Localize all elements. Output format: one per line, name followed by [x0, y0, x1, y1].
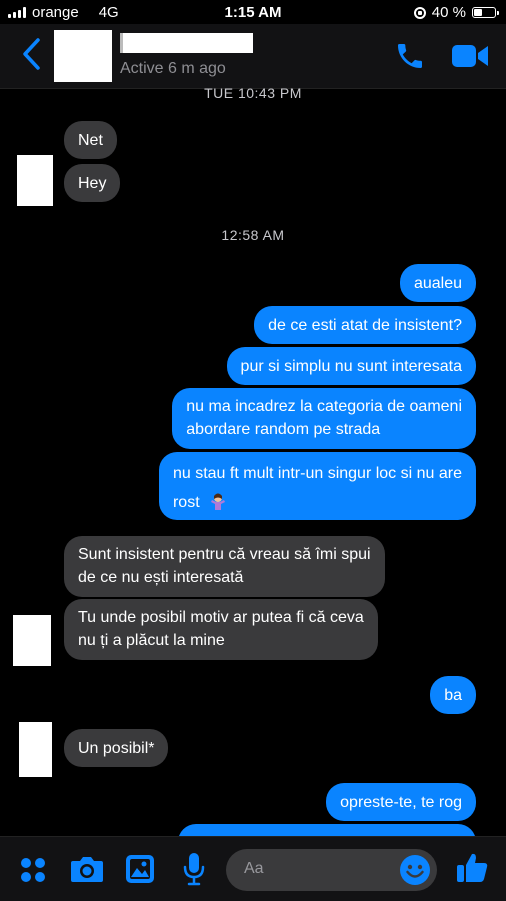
- message-line: nu ma incadrez la categoria de oameni: [186, 398, 462, 415]
- timestamp: 12:58 AM: [221, 227, 285, 243]
- active-status: Active 6 m ago: [120, 60, 226, 77]
- message-line: Sunt insistent pentru că vreau să îmi sp…: [78, 546, 371, 563]
- status-bar: orange 4G 1:15 AM 40 %: [0, 0, 506, 24]
- orientation-lock-icon: [413, 6, 426, 19]
- composer-bar: Aa: [0, 836, 506, 901]
- battery-percent: 40 %: [431, 4, 466, 21]
- avatar[interactable]: [19, 722, 52, 777]
- outgoing-message[interactable]: nu stau ft mult intr-un singur loc si nu…: [158, 452, 476, 520]
- phone-icon[interactable]: [394, 40, 426, 72]
- timestamp: TUE 10:43 PM: [204, 85, 302, 101]
- incoming-message[interactable]: Hey: [64, 164, 121, 202]
- video-icon[interactable]: [451, 43, 489, 69]
- message-line: nu ți a plăcut la mine: [78, 632, 225, 649]
- battery-icon: [472, 7, 499, 18]
- outgoing-message[interactable]: ba: [430, 676, 476, 714]
- outgoing-message[interactable]: de ce esti atat de insistent?: [254, 306, 476, 344]
- avatar[interactable]: [13, 615, 51, 666]
- outgoing-message[interactable]: aualeu: [399, 264, 476, 302]
- message-input[interactable]: Aa: [226, 849, 437, 891]
- incoming-message[interactable]: Sunt insistent pentru că vreau să îmi sp…: [64, 536, 385, 597]
- incoming-message[interactable]: Net: [64, 121, 117, 159]
- gallery-icon[interactable]: [125, 854, 155, 884]
- contact-avatar[interactable]: [54, 30, 112, 82]
- contact-name-redacted[interactable]: [120, 33, 253, 53]
- mic-icon[interactable]: [182, 852, 206, 886]
- thumbs-up-icon[interactable]: [455, 851, 489, 885]
- incoming-message[interactable]: Un posibil*: [64, 729, 169, 767]
- message-line-2: rost: [173, 488, 462, 517]
- outgoing-message[interactable]: nu ma incadrez la categoria de oameni ab…: [172, 388, 476, 449]
- status-right: 40 %: [413, 4, 499, 21]
- message-line: nu stau ft mult intr-un singur loc si nu…: [172, 465, 462, 482]
- camera-icon[interactable]: [70, 855, 104, 883]
- apps-icon[interactable]: [20, 857, 46, 883]
- outgoing-message[interactable]: pur si simplu nu sunt interesata: [226, 347, 476, 385]
- incoming-message[interactable]: Tu unde posibil motiv ar putea fi că cev…: [64, 599, 378, 660]
- outgoing-message[interactable]: opreste-te, te rog: [326, 783, 476, 821]
- chat-header: Active 6 m ago: [0, 24, 506, 89]
- message-line: Tu unde posibil motiv ar putea fi că cev…: [78, 609, 364, 626]
- message-line: de ce nu ești interesată: [78, 569, 244, 586]
- input-placeholder: Aa: [244, 860, 264, 877]
- message-line: abordare random pe strada: [186, 421, 381, 438]
- avatar[interactable]: [17, 155, 53, 206]
- emoji-icon[interactable]: [399, 854, 431, 886]
- woman-shrugging-emoji-icon: [211, 493, 226, 510]
- message-text: rost: [172, 494, 200, 511]
- back-icon[interactable]: [18, 37, 48, 71]
